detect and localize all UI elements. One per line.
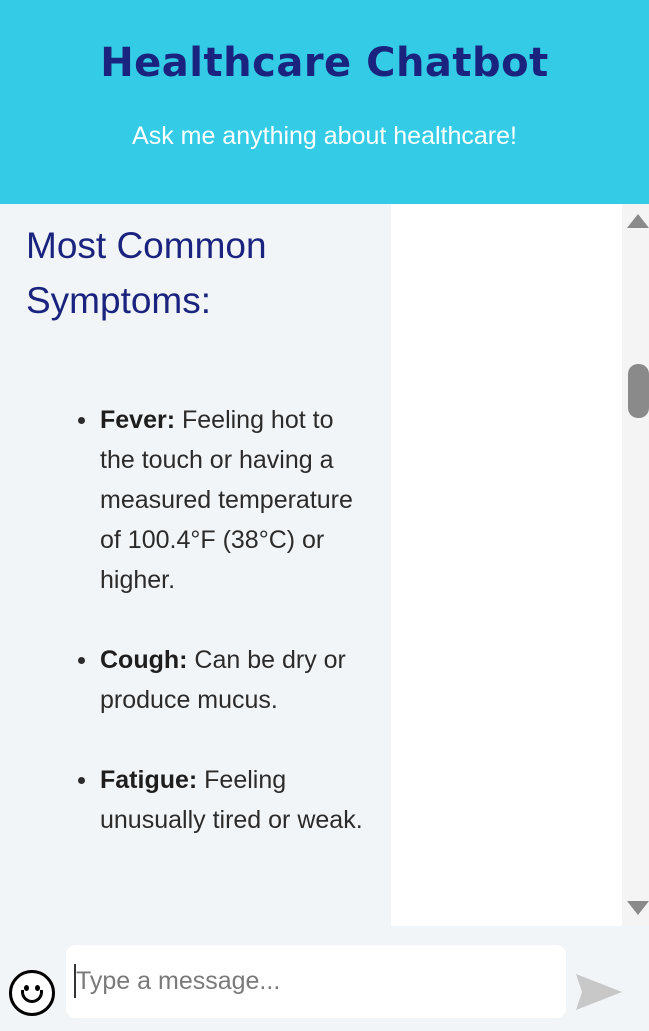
chat-messages-area[interactable]: Most Common Symptoms: Fever: Feeling hot… <box>0 204 649 926</box>
scroll-down-arrow-icon[interactable] <box>627 901 649 915</box>
symptom-term: Fever: <box>100 406 176 434</box>
list-item: Cough: Can be dry or produce mucus. <box>78 640 365 720</box>
smiley-face-icon[interactable] <box>9 970 55 1016</box>
list-item: Fatigue: Feeling unusually tired or weak… <box>78 760 365 840</box>
send-button[interactable] <box>574 972 624 1012</box>
list-item: Fever: Feeling hot to the touch or havin… <box>78 400 365 600</box>
app-subtitle: Ask me anything about healthcare! <box>132 122 517 150</box>
symptom-term: Cough: <box>100 646 188 674</box>
message-composer <box>0 926 649 1031</box>
symptom-description: Feeling hot to the touch or having a mea… <box>100 406 353 594</box>
message-heading: Most Common Symptoms: <box>26 225 267 321</box>
app-title: Healthcare Chatbot <box>100 40 549 86</box>
symptom-term: Fatigue: <box>100 766 198 794</box>
scrollbar-thumb[interactable] <box>628 364 649 418</box>
symptom-list: Fever: Feeling hot to the touch or havin… <box>78 400 365 880</box>
chat-header: Healthcare Chatbot Ask me anything about… <box>0 0 649 204</box>
bot-message-bubble: Most Common Symptoms: Fever: Feeling hot… <box>0 204 391 926</box>
message-input[interactable] <box>66 945 566 1018</box>
scroll-up-arrow-icon[interactable] <box>627 214 649 228</box>
text-caret <box>74 964 76 998</box>
send-arrow-icon <box>576 974 622 1010</box>
vertical-scrollbar[interactable] <box>622 204 649 926</box>
